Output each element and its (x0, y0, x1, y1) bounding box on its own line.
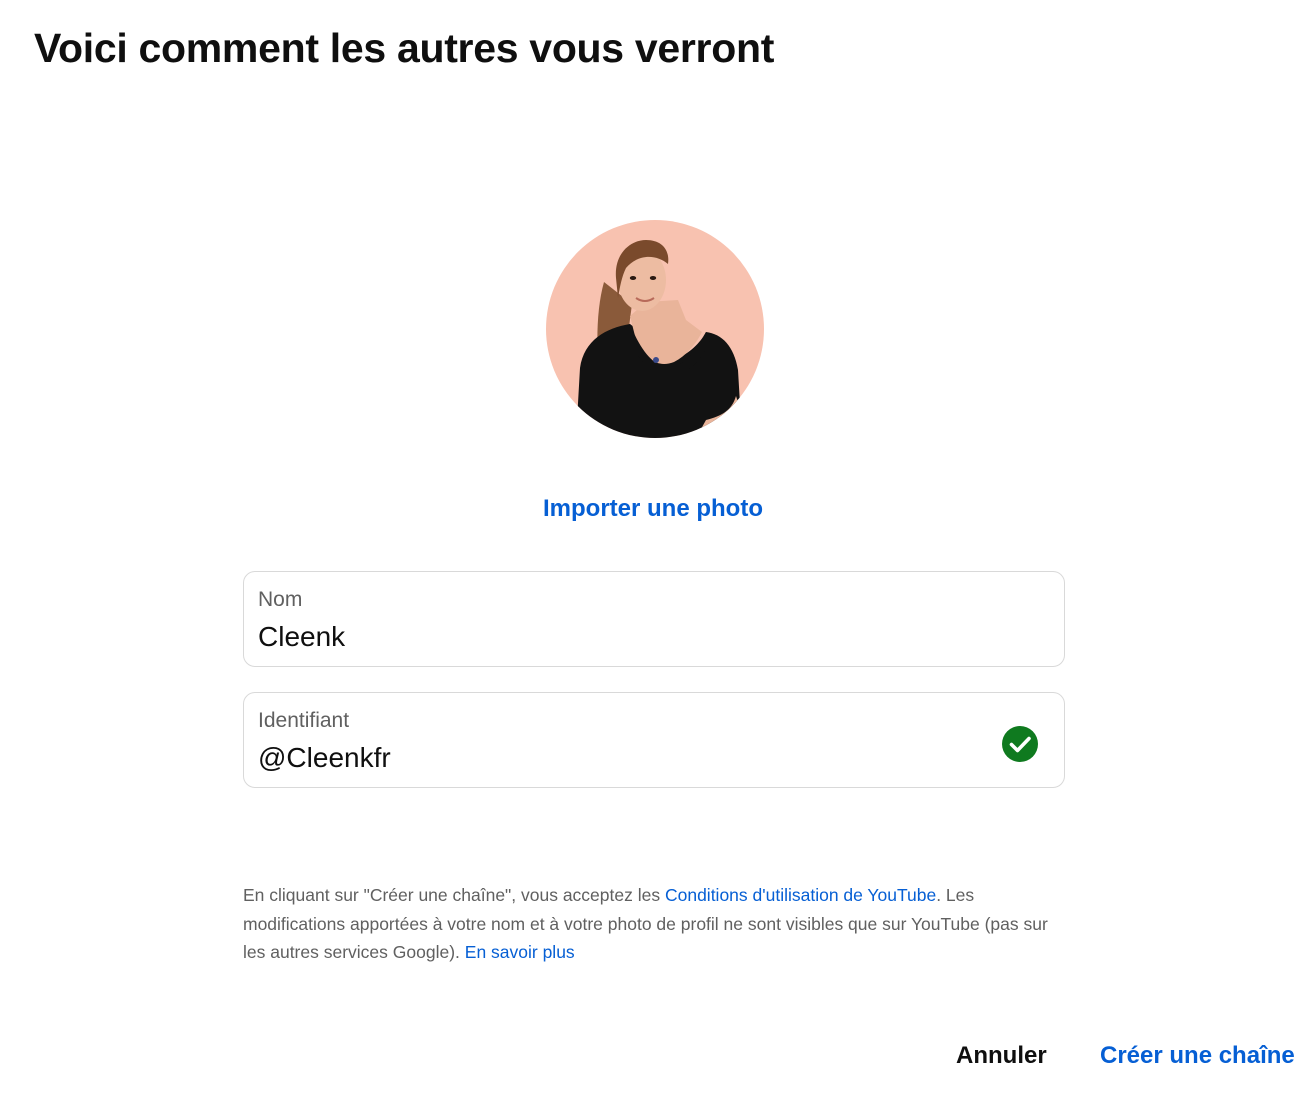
dialog-title: Voici comment les autres vous verront (34, 25, 775, 71)
learn-more-link[interactable]: En savoir plus (465, 942, 575, 962)
avatar[interactable] (546, 220, 764, 438)
legal-text-part-1: En cliquant sur "Créer une chaîne", vous… (243, 885, 665, 905)
upload-photo-link[interactable]: Importer une photo (0, 492, 1306, 526)
profile-photo (546, 220, 764, 438)
check-circle-icon (1002, 726, 1038, 762)
cancel-button[interactable]: Annuler (956, 1036, 1047, 1076)
handle-field-label: Identifiant (258, 709, 350, 732)
terms-of-service-link[interactable]: Conditions d'utilisation de YouTube (665, 885, 936, 905)
handle-field[interactable]: Identifiant (243, 692, 1065, 788)
handle-input[interactable] (258, 741, 958, 775)
name-field[interactable]: Nom (243, 571, 1065, 667)
create-channel-button[interactable]: Créer une chaîne (1100, 1036, 1295, 1076)
legal-notice: En cliquant sur "Créer une chaîne", vous… (243, 881, 1063, 967)
name-input[interactable] (258, 620, 958, 654)
name-field-label: Nom (258, 588, 303, 611)
